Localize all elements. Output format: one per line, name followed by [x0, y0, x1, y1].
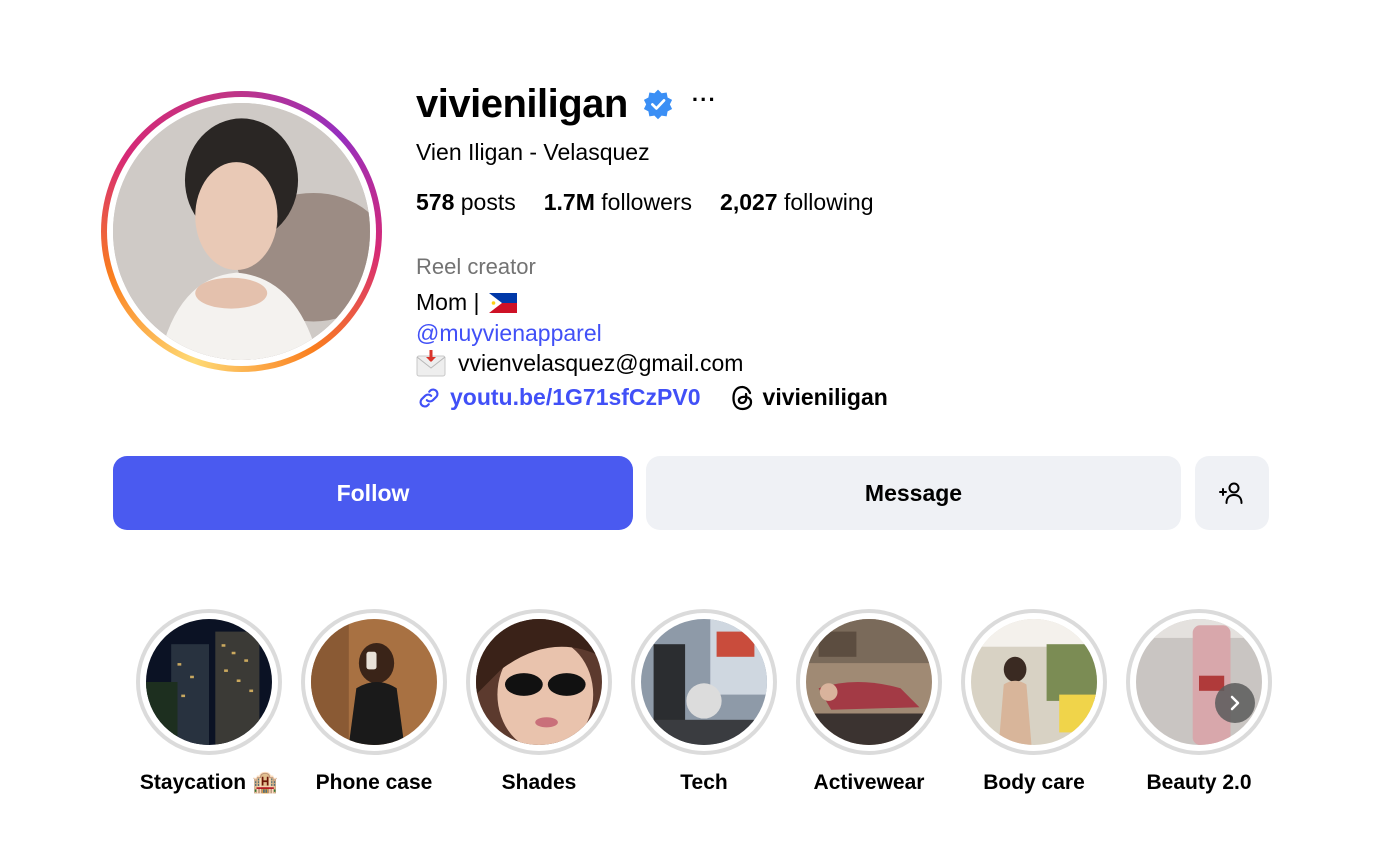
link-icon [419, 387, 439, 408]
highlight-label: Activewear [813, 771, 925, 794]
username: vivieniligan [416, 81, 628, 126]
threads-icon [731, 385, 752, 410]
threads-link[interactable]: vivieniligan [731, 384, 888, 411]
bio-text: Mom | [416, 289, 480, 315]
profile-avatar[interactable] [101, 91, 382, 372]
add-person-icon [1219, 482, 1243, 504]
highlights-next-button[interactable] [1215, 683, 1255, 723]
highlight-label: Staycation 🏨 [139, 771, 279, 794]
category-label: Reel creator [416, 254, 536, 279]
posts-label: posts [454, 189, 516, 215]
highlight-cover [971, 619, 1097, 745]
external-link-text: youtu.be/1G71sfCzPV0 [450, 384, 701, 410]
external-link[interactable]: youtu.be/1G71sfCzPV0 [416, 384, 701, 411]
envelope-icon [416, 350, 446, 377]
highlight-cover [311, 619, 437, 745]
highlight-cover [641, 619, 767, 745]
highlight-shades[interactable]: Shades [464, 609, 614, 794]
followers-label: followers [594, 189, 693, 215]
highlight-cover [146, 619, 272, 745]
highlight-label: Phone case [315, 771, 433, 794]
message-button[interactable]: Message [646, 456, 1181, 530]
following-label: following [777, 189, 874, 215]
following-stat[interactable]: 2,027 following [720, 189, 873, 216]
highlight-cover [1136, 619, 1262, 745]
highlight-tech[interactable]: Tech [629, 609, 779, 794]
highlight-label: Tech [680, 771, 728, 794]
mention-link[interactable]: @muyvienapparel [416, 320, 602, 347]
followers-stat[interactable]: 1.7M followers [544, 189, 692, 216]
avatar-photo [113, 103, 370, 360]
email-text[interactable]: vvienvelasquez@gmail.com [458, 350, 743, 377]
highlight-label: Shades [501, 771, 577, 794]
full-name: Vien Iligan - Velasquez [416, 139, 650, 165]
philippines-flag-icon [489, 292, 518, 313]
profile-page: vivieniligan ··· Vien Iligan - Velasquez… [0, 0, 1376, 842]
following-count: 2,027 [720, 189, 778, 215]
highlight-activewear[interactable]: Activewear [794, 609, 944, 794]
suggested-users-button[interactable] [1195, 456, 1269, 530]
bio-line: Mom | [416, 289, 518, 316]
follow-button[interactable]: Follow [113, 456, 633, 530]
highlight-body-care[interactable]: Body care [959, 609, 1109, 794]
username-row: vivieniligan ··· [416, 80, 717, 128]
highlight-phone-case[interactable]: Phone case [299, 609, 449, 794]
posts-count: 578 [416, 189, 455, 215]
more-options-icon[interactable]: ··· [692, 89, 717, 119]
chevron-right-icon [1230, 695, 1240, 711]
email-line: vvienvelasquez@gmail.com [416, 349, 743, 377]
highlight-label: Body care [983, 771, 1085, 794]
highlight-staycation[interactable]: Staycation 🏨 [134, 609, 284, 794]
highlight-label: Beauty 2.0 [1146, 771, 1252, 794]
followers-count: 1.7M [543, 189, 595, 215]
profile-stats: 578 posts 1.7M followers 2,027 following [416, 189, 902, 216]
threads-handle: vivieniligan [762, 384, 888, 410]
highlight-beauty[interactable]: Beauty 2.0 [1124, 609, 1274, 794]
verified-badge-icon [643, 89, 672, 120]
highlight-cover [476, 619, 602, 745]
posts-stat: 578 posts [416, 189, 516, 216]
highlight-cover [806, 619, 932, 745]
links-row: youtu.be/1G71sfCzPV0 vivieniligan [416, 384, 888, 411]
